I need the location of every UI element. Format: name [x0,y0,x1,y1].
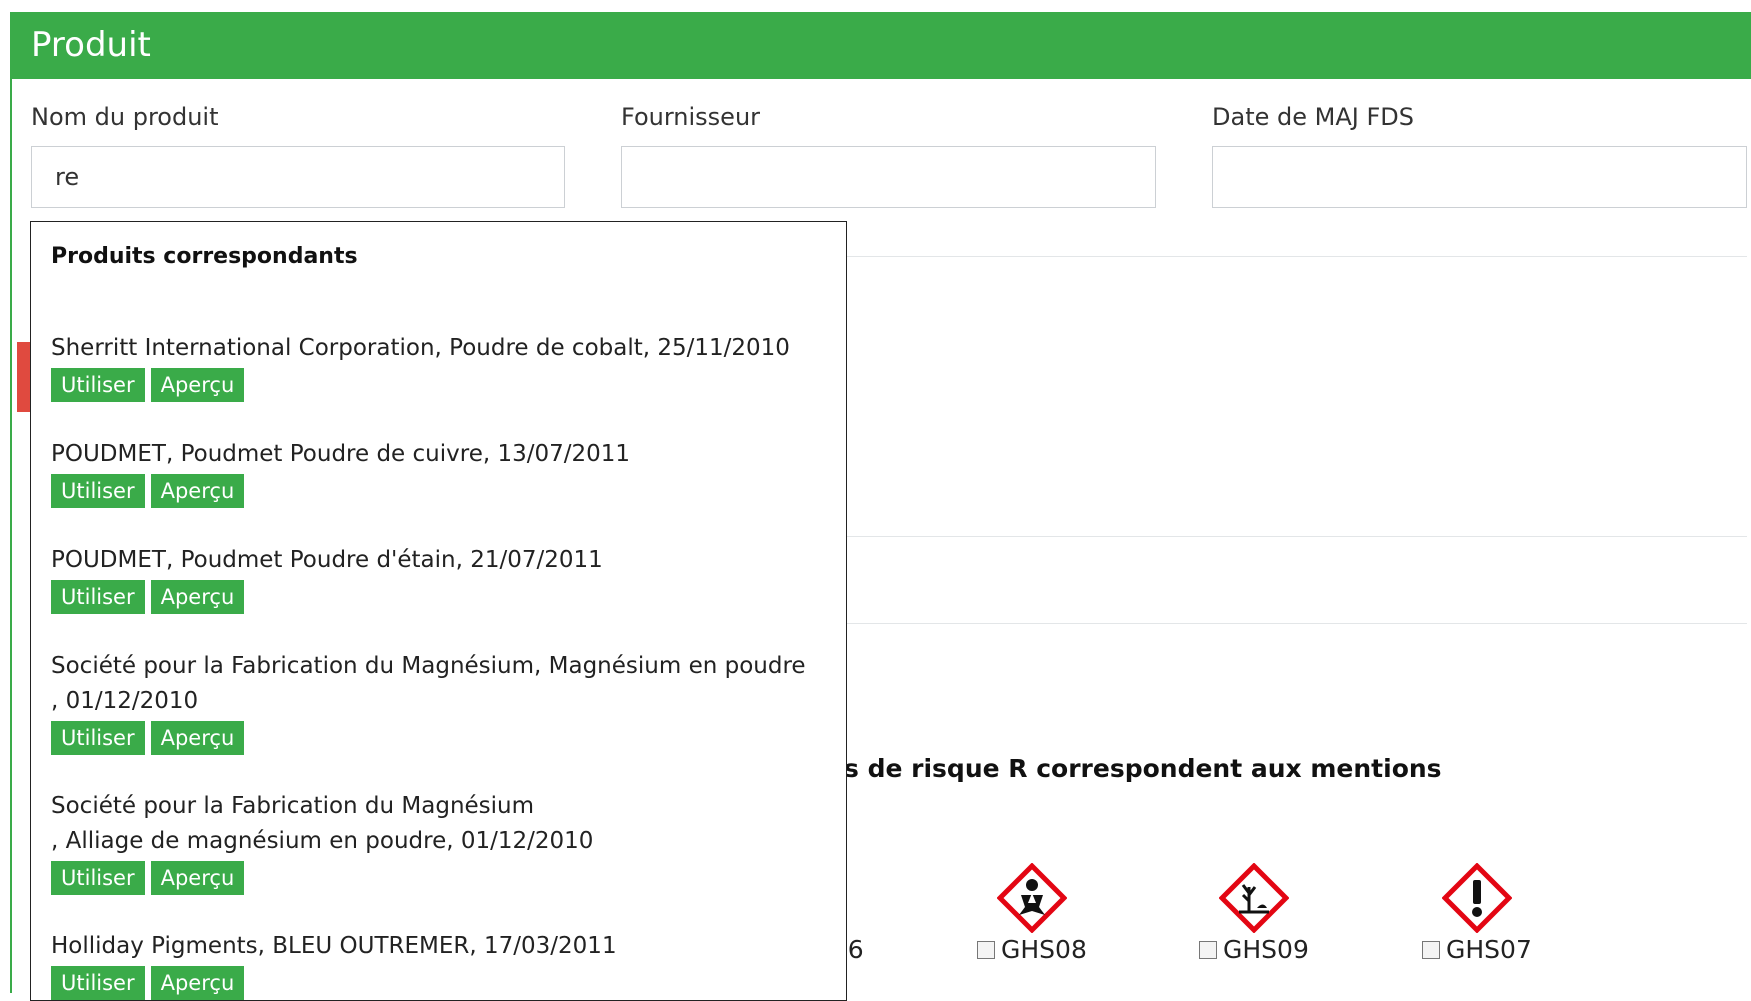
ghs08-label: GHS08 [1001,935,1087,964]
preview-button[interactable]: Aperçu [150,474,245,508]
ghs09-label: GHS09 [1223,935,1309,964]
use-button[interactable]: Utiliser [51,966,145,1000]
left-rail [10,12,12,993]
product-name-label: Nom du produit [31,103,219,131]
supplier-input[interactable] [621,146,1156,208]
environment-icon [1218,863,1289,933]
preview-button[interactable]: Aperçu [150,580,245,614]
health-hazard-icon [996,863,1067,933]
product-match-text: Sherritt International Corporation, Poud… [51,335,790,361]
list-item: POUDMET, Poudmet Poudre d'étain, 21/07/2… [51,543,831,614]
panel-title: Produit [31,25,151,65]
use-button[interactable]: Utiliser [51,861,145,895]
preview-button[interactable]: Aperçu [150,966,245,1000]
product-match-text: Société pour la Fabrication du Magnésium… [51,653,806,714]
exclamation-icon [1441,863,1512,933]
list-item: Holliday Pigments, BLEU OUTREMER, 17/03/… [51,929,831,1000]
list-item: Sherritt International Corporation, Poud… [51,331,831,402]
risk-heading: s de risque R correspondent aux mentions [844,754,1442,783]
ghs07-option[interactable]: GHS07 [1422,863,1532,964]
use-button[interactable]: Utiliser [51,474,145,508]
preview-button[interactable]: Aperçu [150,861,245,895]
panel-header: Produit [10,12,1751,79]
list-item: Société pour la Fabrication du Magnésium… [51,649,831,755]
ghs09-checkbox[interactable] [1199,940,1217,959]
use-button[interactable]: Utiliser [51,721,145,755]
product-match-text: POUDMET, Poudmet Poudre d'étain, 21/07/2… [51,547,603,573]
use-button[interactable]: Utiliser [51,368,145,402]
fds-date-input[interactable] [1212,146,1747,208]
preview-button[interactable]: Aperçu [150,721,245,755]
use-button[interactable]: Utiliser [51,580,145,614]
product-match-text: Société pour la Fabrication du Magnésium… [51,793,594,854]
list-item: POUDMET, Poudmet Poudre de cuivre, 13/07… [51,437,831,508]
preview-button[interactable]: Aperçu [150,368,245,402]
product-match-text: Holliday Pigments, BLEU OUTREMER, 17/03/… [51,933,617,959]
ghs08-option[interactable]: GHS08 [977,863,1087,964]
supplier-label: Fournisseur [621,103,761,131]
ghs07-label: GHS07 [1446,935,1532,964]
fds-date-label: Date de MAJ FDS [1212,103,1414,131]
ghs09-option[interactable]: GHS09 [1199,863,1309,964]
dropdown-title: Produits correspondants [51,244,358,269]
autocomplete-dropdown: Produits correspondants Sherritt Interna… [30,221,847,1001]
list-item: Société pour la Fabrication du Magnésium… [51,789,831,895]
product-name-input[interactable]: re [31,146,565,208]
ghs07-checkbox[interactable] [1422,940,1440,959]
product-match-text: POUDMET, Poudmet Poudre de cuivre, 13/07… [51,441,631,467]
ghs08-checkbox[interactable] [977,940,995,959]
